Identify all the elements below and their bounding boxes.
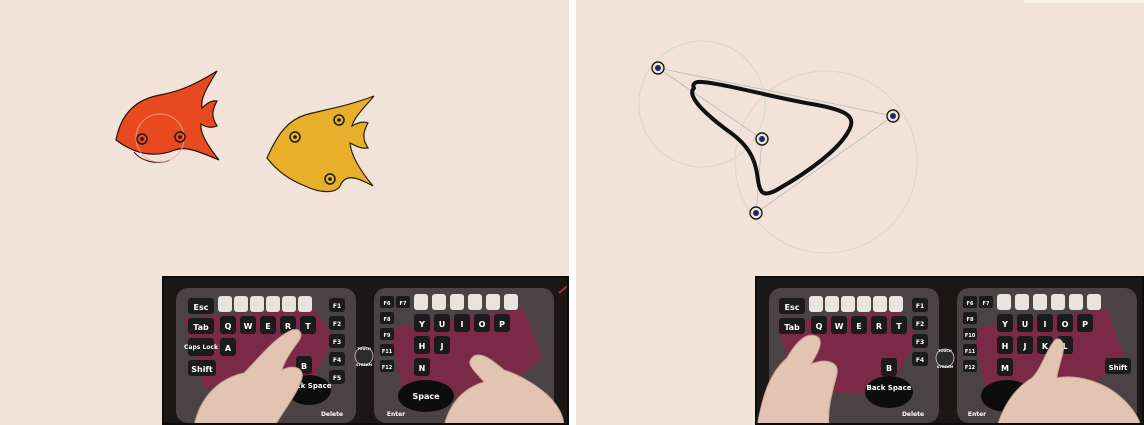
curve-handle-2[interactable] [755, 132, 769, 146]
svg-text:F8: F8 [384, 317, 391, 323]
svg-text:Enter: Enter [387, 411, 405, 418]
svg-text:F3: F3 [916, 339, 924, 346]
keyboard-photo-left: Esc F1 Tab Q W E R T F2 Caps Lock A F3 S… [162, 276, 569, 425]
svg-text:J: J [1023, 342, 1027, 351]
red-fish[interactable] [115, 70, 220, 163]
svg-text:F9: F9 [384, 333, 391, 339]
svg-text:J: J [440, 342, 444, 351]
right-canvas[interactable]: Esc F1 Tab Q W E R T F2 F3 F4 B Back Spa… [576, 0, 1144, 425]
svg-text:F10: F10 [965, 333, 976, 339]
svg-text:I: I [1044, 320, 1047, 329]
svg-text:I: I [461, 320, 464, 329]
svg-text:Space: Space [412, 392, 440, 401]
svg-text:Caps Lock: Caps Lock [184, 344, 219, 351]
svg-text:Q: Q [816, 322, 823, 331]
svg-text:TOUCH: TOUCH [938, 349, 952, 353]
svg-text:Esc: Esc [785, 303, 800, 312]
svg-text:A: A [225, 344, 232, 353]
svg-text:W: W [244, 322, 253, 331]
svg-text:U: U [439, 320, 446, 329]
svg-text:E: E [856, 322, 861, 331]
svg-text:R: R [285, 322, 291, 331]
drawn-curve[interactable] [690, 79, 854, 196]
svg-text:Tab: Tab [193, 323, 209, 332]
svg-text:F4: F4 [333, 357, 341, 364]
svg-text:F11: F11 [382, 349, 393, 355]
svg-text:F6: F6 [384, 301, 391, 307]
svg-text:F12: F12 [382, 365, 393, 371]
touchstream-logo: TOUCH STREAM [935, 348, 955, 369]
svg-text:Shift: Shift [191, 365, 213, 374]
panel-divider [569, 0, 576, 425]
svg-text:N: N [419, 364, 426, 373]
svg-text:H: H [1002, 342, 1009, 351]
svg-text:W: W [835, 322, 844, 331]
svg-text:Shift: Shift [1109, 364, 1128, 372]
svg-text:F12: F12 [965, 365, 976, 371]
svg-text:F1: F1 [333, 303, 341, 310]
left-canvas[interactable]: Esc F1 Tab Q W E R T F2 Caps Lock A F3 S… [0, 0, 569, 425]
svg-text:TOUCH: TOUCH [357, 347, 371, 351]
svg-text:T: T [896, 322, 902, 331]
svg-text:F11: F11 [965, 349, 976, 355]
guide-circle-2 [734, 70, 918, 254]
svg-text:O: O [1062, 320, 1069, 329]
svg-text:Back Space: Back Space [867, 384, 912, 392]
svg-text:H: H [419, 342, 426, 351]
svg-text:Enter: Enter [968, 411, 986, 418]
keyboard-photo-right: Esc F1 Tab Q W E R T F2 F3 F4 B Back Spa… [755, 276, 1144, 425]
svg-text:Y: Y [418, 320, 425, 329]
svg-text:T: T [305, 322, 311, 331]
svg-text:F7: F7 [400, 301, 407, 307]
curve-handle-3[interactable] [886, 109, 900, 123]
yellow-fish-body[interactable] [266, 95, 375, 193]
curve-handle-1[interactable] [651, 61, 665, 75]
svg-text:P: P [499, 320, 505, 329]
svg-text:E: E [265, 322, 270, 331]
svg-text:B: B [886, 364, 892, 373]
curve-handle-4[interactable] [749, 206, 763, 220]
touchstream-logo: TOUCH STREAM [354, 346, 374, 367]
svg-text:Delete: Delete [902, 411, 924, 418]
svg-text:M: M [1001, 364, 1009, 373]
svg-text:R: R [876, 322, 882, 331]
svg-text:F8: F8 [967, 317, 974, 323]
svg-text:F1: F1 [916, 303, 924, 310]
svg-text:P: P [1082, 320, 1088, 329]
svg-text:K: K [1042, 342, 1049, 351]
svg-text:F4: F4 [916, 357, 924, 364]
svg-text:F2: F2 [916, 321, 924, 328]
svg-text:F3: F3 [333, 339, 341, 346]
svg-text:STREAM: STREAM [937, 365, 954, 369]
svg-text:STREAM: STREAM [356, 363, 373, 367]
svg-text:F2: F2 [333, 321, 341, 328]
svg-text:O: O [479, 320, 486, 329]
yellow-fish[interactable] [266, 95, 375, 193]
svg-text:B: B [301, 362, 307, 371]
svg-text:F7: F7 [983, 301, 990, 307]
svg-text:F5: F5 [333, 375, 341, 382]
svg-text:Q: Q [225, 322, 232, 331]
svg-text:F6: F6 [967, 301, 974, 307]
svg-text:Y: Y [1001, 320, 1008, 329]
svg-text:Delete: Delete [321, 411, 343, 418]
svg-text:Esc: Esc [194, 303, 209, 312]
svg-text:U: U [1022, 320, 1029, 329]
svg-text:Tab: Tab [784, 323, 800, 332]
